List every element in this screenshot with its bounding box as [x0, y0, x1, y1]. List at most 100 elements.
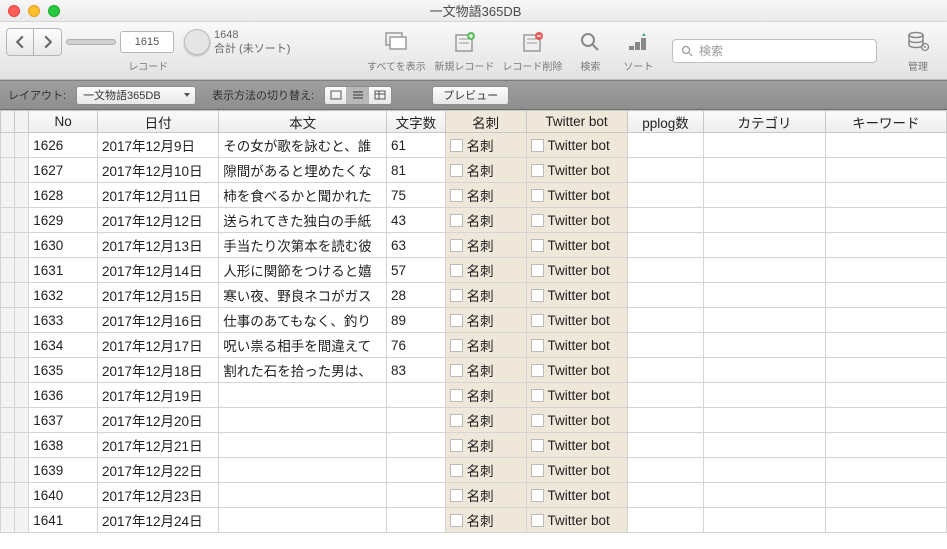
checkbox-icon[interactable] — [450, 289, 463, 302]
cell-category[interactable] — [704, 283, 825, 308]
checkbox-icon[interactable] — [450, 139, 463, 152]
zoom-icon[interactable] — [48, 5, 60, 17]
cell-body[interactable]: 呪い祟る相手を間違えて — [219, 333, 387, 358]
cell-pplog[interactable] — [627, 408, 704, 433]
cell-meishi[interactable]: 名刺 — [445, 433, 526, 458]
cell-no[interactable]: 1629 — [29, 208, 98, 233]
cell-no[interactable]: 1631 — [29, 258, 98, 283]
table-row[interactable]: 16312017年12月14日人形に関節をつけると嬉57名刺Twitter bo… — [1, 258, 947, 283]
table-row[interactable]: 16342017年12月17日呪い祟る相手を間違えて76名刺Twitter bo… — [1, 333, 947, 358]
checkbox-icon[interactable] — [531, 214, 544, 227]
cell-date[interactable]: 2017年12月19日 — [98, 383, 219, 408]
cell-charcount[interactable]: 83 — [387, 358, 446, 383]
cell-charcount[interactable]: 75 — [387, 183, 446, 208]
cell-date[interactable]: 2017年12月24日 — [98, 508, 219, 533]
cell-category[interactable] — [704, 258, 825, 283]
view-form-button[interactable] — [325, 87, 347, 104]
cell-charcount[interactable]: 89 — [387, 308, 446, 333]
table-row[interactable]: 16262017年12月9日その女が歌を詠むと、誰61名刺Twitter bot — [1, 133, 947, 158]
cell-keyword[interactable] — [825, 433, 946, 458]
cell-date[interactable]: 2017年12月18日 — [98, 358, 219, 383]
col-pplog[interactable]: pplog数 — [627, 111, 704, 133]
table-row[interactable]: 16352017年12月18日割れた石を拾った男は、83名刺Twitter bo… — [1, 358, 947, 383]
table-row[interactable]: 16272017年12月10日隙間があると埋めたくな81名刺Twitter bo… — [1, 158, 947, 183]
cell-body[interactable] — [219, 433, 387, 458]
cell-meishi[interactable]: 名刺 — [445, 383, 526, 408]
col-charcount[interactable]: 文字数 — [387, 111, 446, 133]
cell-twitter[interactable]: Twitter bot — [526, 208, 627, 233]
col-no[interactable]: No — [29, 111, 98, 133]
cell-meishi[interactable]: 名刺 — [445, 283, 526, 308]
cell-pplog[interactable] — [627, 433, 704, 458]
cell-charcount[interactable]: 57 — [387, 258, 446, 283]
cell-charcount[interactable] — [387, 508, 446, 533]
table-row[interactable]: 16412017年12月24日名刺Twitter bot — [1, 508, 947, 533]
cell-pplog[interactable] — [627, 233, 704, 258]
preview-button[interactable]: プレビュー — [432, 86, 509, 105]
cell-date[interactable]: 2017年12月9日 — [98, 133, 219, 158]
cell-meishi[interactable]: 名刺 — [445, 408, 526, 433]
checkbox-icon[interactable] — [531, 464, 544, 477]
new-record-button[interactable]: 新規レコード — [434, 28, 494, 73]
cell-keyword[interactable] — [825, 383, 946, 408]
checkbox-icon[interactable] — [450, 414, 463, 427]
col-category[interactable]: カテゴリ — [704, 111, 825, 133]
cell-body[interactable]: 隙間があると埋めたくな — [219, 158, 387, 183]
cell-no[interactable]: 1626 — [29, 133, 98, 158]
checkbox-icon[interactable] — [531, 164, 544, 177]
cell-body[interactable] — [219, 408, 387, 433]
cell-meishi[interactable]: 名刺 — [445, 358, 526, 383]
view-list-button[interactable] — [347, 87, 369, 104]
cell-twitter[interactable]: Twitter bot — [526, 233, 627, 258]
cell-keyword[interactable] — [825, 483, 946, 508]
cell-body[interactable]: 割れた石を拾った男は、 — [219, 358, 387, 383]
cell-category[interactable] — [704, 383, 825, 408]
cell-category[interactable] — [704, 358, 825, 383]
cell-meishi[interactable]: 名刺 — [445, 133, 526, 158]
cell-charcount[interactable] — [387, 383, 446, 408]
cell-no[interactable]: 1627 — [29, 158, 98, 183]
search-button[interactable]: 検索 — [570, 28, 610, 73]
cell-date[interactable]: 2017年12月10日 — [98, 158, 219, 183]
cell-date[interactable]: 2017年12月22日 — [98, 458, 219, 483]
cell-twitter[interactable]: Twitter bot — [526, 133, 627, 158]
checkbox-icon[interactable] — [450, 189, 463, 202]
table-row[interactable]: 16382017年12月21日名刺Twitter bot — [1, 433, 947, 458]
cell-date[interactable]: 2017年12月16日 — [98, 308, 219, 333]
checkbox-icon[interactable] — [450, 239, 463, 252]
cell-twitter[interactable]: Twitter bot — [526, 258, 627, 283]
cell-pplog[interactable] — [627, 183, 704, 208]
checkbox-icon[interactable] — [450, 164, 463, 177]
cell-body[interactable]: 送られてきた独白の手紙 — [219, 208, 387, 233]
cell-date[interactable]: 2017年12月15日 — [98, 283, 219, 308]
table-row[interactable]: 16372017年12月20日名刺Twitter bot — [1, 408, 947, 433]
cell-pplog[interactable] — [627, 458, 704, 483]
cell-keyword[interactable] — [825, 208, 946, 233]
checkbox-icon[interactable] — [531, 364, 544, 377]
checkbox-icon[interactable] — [531, 414, 544, 427]
cell-keyword[interactable] — [825, 183, 946, 208]
cell-category[interactable] — [704, 133, 825, 158]
cell-keyword[interactable] — [825, 283, 946, 308]
cell-pplog[interactable] — [627, 258, 704, 283]
table-row[interactable]: 16282017年12月11日柿を食べるかと聞かれた75名刺Twitter bo… — [1, 183, 947, 208]
cell-keyword[interactable] — [825, 408, 946, 433]
cell-meishi[interactable]: 名刺 — [445, 333, 526, 358]
cell-date[interactable]: 2017年12月23日 — [98, 483, 219, 508]
table-row[interactable]: 16402017年12月23日名刺Twitter bot — [1, 483, 947, 508]
checkbox-icon[interactable] — [531, 514, 544, 527]
cell-twitter[interactable]: Twitter bot — [526, 458, 627, 483]
cell-twitter[interactable]: Twitter bot — [526, 433, 627, 458]
cell-category[interactable] — [704, 458, 825, 483]
col-body[interactable]: 本文 — [219, 111, 387, 133]
table-row[interactable]: 16362017年12月19日名刺Twitter bot — [1, 383, 947, 408]
cell-meishi[interactable]: 名刺 — [445, 483, 526, 508]
cell-charcount[interactable]: 28 — [387, 283, 446, 308]
table-row[interactable]: 16332017年12月16日仕事のあてもなく、釣り89名刺Twitter bo… — [1, 308, 947, 333]
checkbox-icon[interactable] — [450, 439, 463, 452]
sort-button[interactable]: ソート — [618, 28, 658, 73]
col-date[interactable]: 日付 — [98, 111, 219, 133]
cell-no[interactable]: 1628 — [29, 183, 98, 208]
cell-keyword[interactable] — [825, 158, 946, 183]
cell-category[interactable] — [704, 508, 825, 533]
